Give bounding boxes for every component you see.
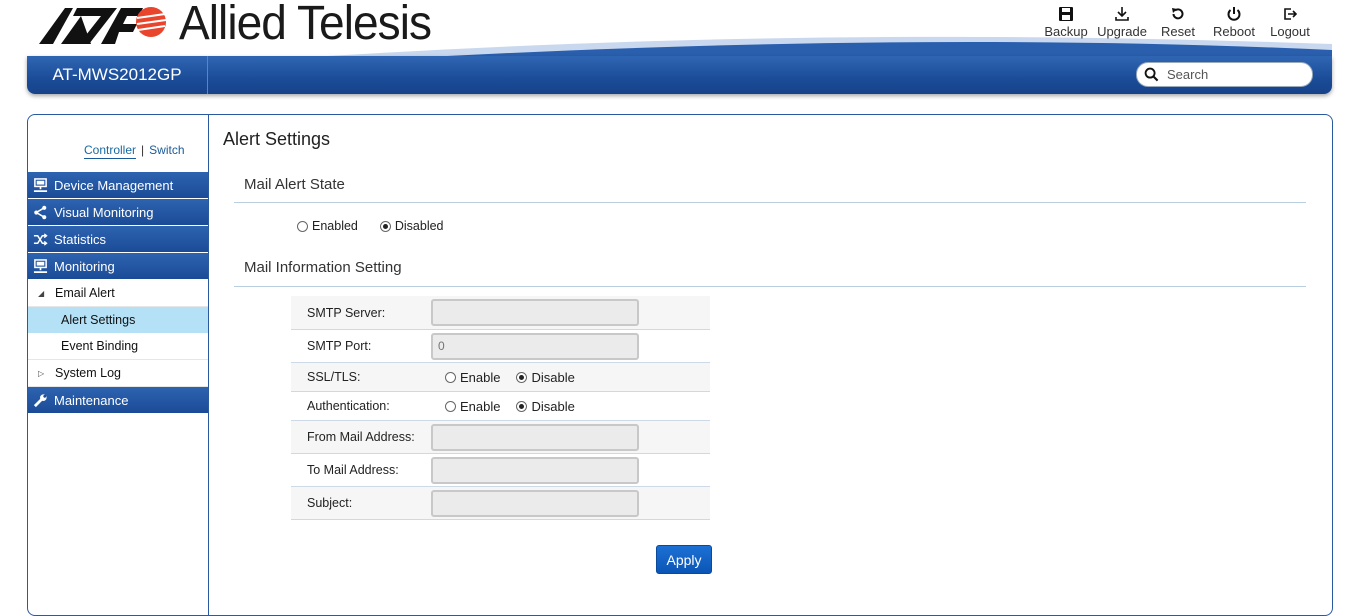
top-navbar: AT-MWS2012GP [27, 56, 1332, 94]
auth-enable-radio[interactable] [445, 400, 456, 412]
sidebar-item-label: Device Management [54, 177, 174, 193]
upgrade-label: Upgrade [1097, 24, 1147, 39]
sidebar-item-visual-monitoring[interactable]: Visual Monitoring [28, 199, 208, 225]
smtp-port-input[interactable] [431, 332, 639, 360]
reboot-label: Reboot [1213, 24, 1255, 39]
reset-icon [1172, 8, 1184, 20]
sidebar-item-label: System Log [55, 366, 122, 380]
search-input[interactable] [1165, 66, 1309, 83]
auth-disable-radio[interactable] [516, 400, 528, 412]
header-toolbar: Backup Upgrade Reset Reboot Logout [1038, 6, 1318, 39]
from-mail-row: From Mail Address: [291, 421, 710, 454]
enabled-label: Enabled [312, 219, 358, 233]
sidebar-item-label: Email Alert [55, 286, 115, 300]
sidebar-item-alert-settings[interactable]: Alert Settings [28, 307, 208, 333]
mail-information-heading: Mail Information Setting [244, 259, 402, 276]
power-icon [1227, 7, 1241, 21]
allied-telesis-logo-icon [39, 7, 167, 44]
logout-button[interactable]: Logout [1262, 6, 1318, 39]
mail-alert-state-heading: Mail Alert State [244, 176, 345, 193]
monitor-icon [33, 258, 48, 273]
logout-label: Logout [1270, 24, 1310, 39]
sidebar: Controller | Switch Device Management Visu… [28, 115, 209, 615]
sidebar-item-label: Alert Settings [61, 313, 136, 327]
subject-label: Subject: [307, 496, 353, 510]
sidebar-item-label: Statistics [54, 231, 107, 247]
smtp-server-label: SMTP Server: [307, 305, 386, 320]
download-icon [1115, 7, 1129, 21]
reset-label: Reset [1161, 24, 1195, 39]
subject-input[interactable] [431, 489, 639, 517]
brand-name: Allied Telesis™ [179, 0, 440, 51]
sidebar-item-monitoring[interactable]: Monitoring [28, 253, 208, 279]
device-icon [33, 177, 48, 192]
sidebar-item-label: Maintenance [54, 392, 129, 408]
sidebar-item-label: Visual Monitoring [54, 204, 154, 220]
backup-button[interactable]: Backup [1038, 6, 1094, 39]
smtp-server-row: SMTP Server: [291, 296, 710, 330]
wrench-icon [33, 393, 47, 407]
sidebar-item-label: Event Binding [61, 339, 139, 353]
sidebar-item-system-log[interactable]: ▷ System Log [28, 360, 208, 387]
collapsed-triangle-icon: ▷ [38, 368, 45, 378]
save-icon [1059, 7, 1073, 21]
to-mail-label: To Mail Address: [307, 463, 399, 477]
mail-settings-form: SMTP Server: SMTP Port: SSL/TLS: Enable … [291, 296, 710, 520]
to-mail-input[interactable] [431, 456, 639, 484]
ssl-tls-label: SSL/TLS: [307, 370, 361, 384]
ssl-tls-row: SSL/TLS: Enable Disable [291, 363, 710, 392]
apply-button[interactable]: Apply [656, 545, 712, 574]
from-mail-input[interactable] [431, 423, 639, 451]
ssl-enable-label: Enable [460, 369, 501, 385]
mode-switcher: Controller | Switch [84, 143, 185, 159]
sidebar-item-device-management[interactable]: Device Management [28, 172, 208, 198]
share-icon [34, 205, 47, 219]
smtp-port-label: SMTP Port: [307, 339, 372, 353]
upgrade-button[interactable]: Upgrade [1094, 6, 1150, 39]
reset-button[interactable]: Reset [1150, 6, 1206, 39]
sidebar-item-event-binding[interactable]: Event Binding [28, 333, 208, 360]
mail-alert-state-group: Enabled Disabled [297, 219, 466, 233]
ssl-enable-radio[interactable] [445, 371, 456, 383]
authentication-row: Authentication: Enable Disable [291, 392, 710, 421]
section-divider [234, 202, 1306, 203]
from-mail-label: From Mail Address: [307, 430, 415, 444]
search-icon [1144, 67, 1159, 82]
expanded-triangle-icon: ◢ [38, 288, 45, 298]
sidebar-item-statistics[interactable]: Statistics [28, 226, 208, 252]
disabled-label: Disabled [394, 219, 444, 233]
ssl-disable-label: Disable [531, 369, 575, 385]
section-divider [234, 286, 1306, 287]
authentication-label: Authentication: [307, 399, 390, 413]
search-box [1136, 62, 1313, 87]
app-header: Allied Telesis™ Backup Upgrade Reset Reb… [27, 0, 1332, 94]
sidebar-item-maintenance[interactable]: Maintenance [28, 387, 208, 413]
shuffle-icon [33, 232, 48, 246]
device-model: AT-MWS2012GP [27, 56, 208, 94]
page-title: Alert Settings [223, 129, 331, 149]
logo-banner: Allied Telesis™ Backup Upgrade Reset Reb… [27, 0, 1332, 56]
reboot-button[interactable]: Reboot [1206, 6, 1262, 39]
sidebar-item-email-alert[interactable]: ◢ Email Alert [28, 280, 208, 307]
content-area: Alert Settings Mail Alert State Enabled … [209, 115, 1332, 615]
auth-enable-label: Enable [460, 398, 501, 414]
brand-text: Allied Telesis [179, 0, 432, 50]
smtp-port-row: SMTP Port: [291, 330, 710, 363]
main-panel: Controller | Switch Device Management Visu… [27, 114, 1333, 616]
logout-icon [1284, 8, 1298, 20]
smtp-server-input[interactable] [431, 299, 639, 326]
backup-label: Backup [1044, 24, 1088, 39]
sidebar-item-label: Monitoring [54, 258, 115, 274]
disabled-radio[interactable] [379, 220, 391, 232]
to-mail-row: To Mail Address: [291, 454, 710, 487]
subject-row: Subject: [291, 487, 710, 520]
sidebar-menu: Device Management Visual Monitoring Stat… [28, 172, 208, 414]
controller-link[interactable]: Controller [84, 143, 137, 159]
ssl-disable-radio[interactable] [516, 371, 528, 383]
auth-disable-label: Disable [531, 398, 575, 414]
switcher-separator: | [141, 143, 145, 157]
enabled-radio[interactable] [297, 220, 308, 232]
switch-link[interactable]: Switch [149, 143, 184, 157]
